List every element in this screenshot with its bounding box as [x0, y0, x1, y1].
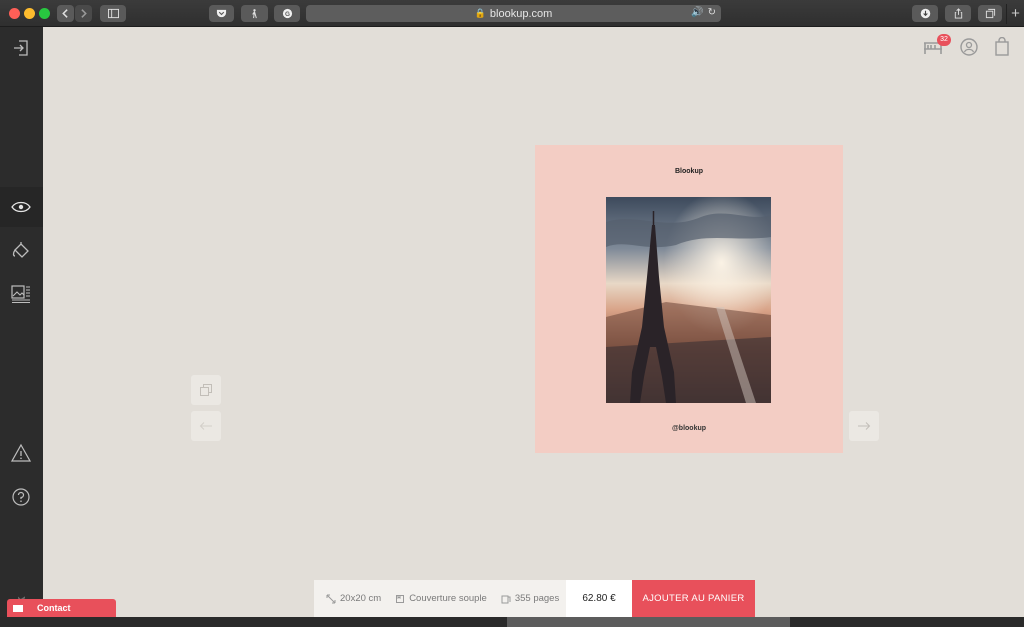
zoom-window-button[interactable]: [39, 8, 50, 19]
tabs-overview-button[interactable]: [978, 5, 1002, 22]
url-text: blookup.com: [489, 7, 553, 20]
preview-eye-icon[interactable]: [10, 196, 32, 218]
book-cover-icon: [396, 594, 405, 603]
next-page-button[interactable]: [849, 411, 879, 441]
globe-user-icon: [960, 38, 978, 56]
book-title: Blookup: [675, 168, 703, 175]
horizontal-scrollbar-thumb[interactable]: [507, 617, 790, 627]
browser-toolbar: G 🔒 blookup.com 🔊 ↻ +: [0, 0, 1024, 27]
product-bar: 20x20 cm Couverture souple 355 pages 62.…: [314, 580, 755, 617]
pocket-icon: [216, 9, 227, 18]
downloads-button[interactable]: [912, 5, 938, 22]
layout-image-icon[interactable]: [10, 283, 32, 305]
book-handle: @blookup: [671, 425, 707, 432]
chevron-right-icon: [81, 9, 87, 18]
new-tab-button[interactable]: +: [1006, 4, 1024, 24]
extension-button[interactable]: [241, 5, 268, 22]
contact-button[interactable]: Contact: [7, 599, 116, 617]
resize-icon: [326, 594, 336, 603]
back-button[interactable]: [57, 5, 74, 22]
bottom-scroll-strip: [0, 617, 1024, 627]
grammarly-icon: G: [282, 8, 292, 19]
forward-button[interactable]: [75, 5, 92, 22]
close-window-button[interactable]: [9, 8, 20, 19]
grammarly-extension-button[interactable]: G: [274, 5, 300, 22]
size-label: 20x20 cm: [340, 593, 382, 604]
help-icon[interactable]: [10, 486, 32, 508]
address-bar[interactable]: 🔒 blookup.com 🔊 ↻: [306, 5, 721, 22]
shopping-bag-icon: [995, 36, 1009, 56]
lock-icon: 🔒: [474, 8, 486, 18]
exit-icon[interactable]: [10, 37, 32, 59]
editor-sidebar: blook: [0, 27, 43, 627]
book-cover-preview: Blookup @blookup: [535, 145, 843, 453]
cover-spec: Couverture souple: [395, 593, 487, 604]
previous-page-button[interactable]: [191, 411, 221, 441]
speaker-icon[interactable]: 🔊: [691, 7, 703, 18]
cover-photo[interactable]: [606, 197, 771, 403]
price-display: 62.80 €: [566, 580, 632, 617]
share-icon: [954, 8, 962, 19]
svg-text:G: G: [285, 11, 290, 18]
chevron-left-icon: [62, 9, 68, 18]
share-button[interactable]: [945, 5, 971, 22]
duplicate-page-button[interactable]: [191, 375, 221, 405]
reload-icon[interactable]: ↻: [708, 7, 716, 18]
tabs-icon: [985, 8, 995, 19]
arrow-right-icon: [858, 422, 871, 430]
size-spec: 20x20 cm: [326, 593, 381, 604]
notification-badge: 32: [937, 34, 951, 46]
download-icon: [920, 8, 930, 19]
paint-bucket-icon[interactable]: [10, 240, 32, 262]
warning-icon[interactable]: [10, 442, 32, 464]
pages-label: 355 pages: [514, 593, 560, 604]
eiffel-tower-photo: [606, 197, 771, 403]
copy-icon: [200, 384, 212, 396]
minimize-window-button[interactable]: [24, 8, 35, 19]
figure-icon: [252, 9, 257, 19]
pocket-extension-button[interactable]: [209, 5, 234, 22]
add-to-cart-button[interactable]: AJOUTER AU PANIER: [632, 580, 755, 617]
sidebar-toggle-button[interactable]: [100, 5, 126, 22]
cover-label: Couverture souple: [409, 593, 487, 604]
contact-label: Contact: [37, 603, 71, 613]
account-button[interactable]: [958, 37, 980, 62]
pages-spec: 355 pages: [501, 593, 559, 604]
sidebar-icon: [107, 8, 119, 19]
cart-button[interactable]: [991, 36, 1013, 62]
arrow-left-icon: [199, 422, 212, 430]
pages-icon: [501, 595, 511, 603]
mail-icon: [13, 604, 23, 612]
